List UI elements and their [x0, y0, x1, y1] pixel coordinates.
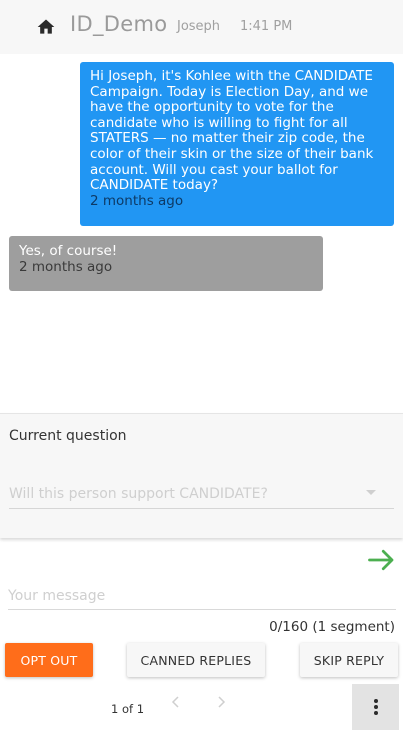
- contact-name: Joseph: [177, 19, 221, 34]
- page-indicator: 1 of 1: [111, 702, 145, 716]
- more-vertical-icon: [373, 699, 378, 715]
- message-timestamp: 2 months ago: [90, 192, 184, 209]
- home-icon[interactable]: [36, 17, 56, 37]
- message-input[interactable]: [8, 583, 396, 610]
- app-header: ID_Demo Joseph 1:41 PM: [0, 0, 403, 54]
- incoming-message: Yes, of course! 2 months ago: [9, 236, 323, 291]
- chevron-left-icon[interactable]: [169, 694, 183, 710]
- canned-replies-button[interactable]: CANNED REPLIES: [127, 643, 265, 677]
- current-question-label: Current question: [9, 428, 127, 444]
- message-timestamp: 2 months ago: [19, 258, 113, 275]
- chevron-down-icon: [366, 490, 376, 495]
- outgoing-message: Hi Joseph, it's Kohlee with the CANDIDAT…: [80, 62, 394, 226]
- more-options-button[interactable]: [352, 684, 399, 730]
- chevron-right-icon[interactable]: [214, 694, 228, 710]
- character-count: 0/160 (1 segment): [269, 619, 395, 635]
- question-response-select[interactable]: Will this person support CANDIDATE?: [9, 482, 394, 509]
- skip-reply-button[interactable]: SKIP REPLY: [300, 643, 398, 677]
- app-title: ID_Demo: [70, 12, 168, 36]
- message-text: Yes, of course!: [19, 243, 118, 259]
- current-question-panel: Current question Will this person suppor…: [0, 413, 403, 538]
- header-time: 1:41 PM: [240, 19, 293, 34]
- message-text: Hi Joseph, it's Kohlee with the CANDIDAT…: [90, 68, 374, 194]
- question-select-placeholder: Will this person support CANDIDATE?: [9, 486, 268, 502]
- conversation-screen: ID_Demo Joseph 1:41 PM Hi Joseph, it's K…: [0, 0, 403, 736]
- send-button[interactable]: [367, 545, 397, 575]
- opt-out-button[interactable]: OPT OUT: [5, 643, 93, 677]
